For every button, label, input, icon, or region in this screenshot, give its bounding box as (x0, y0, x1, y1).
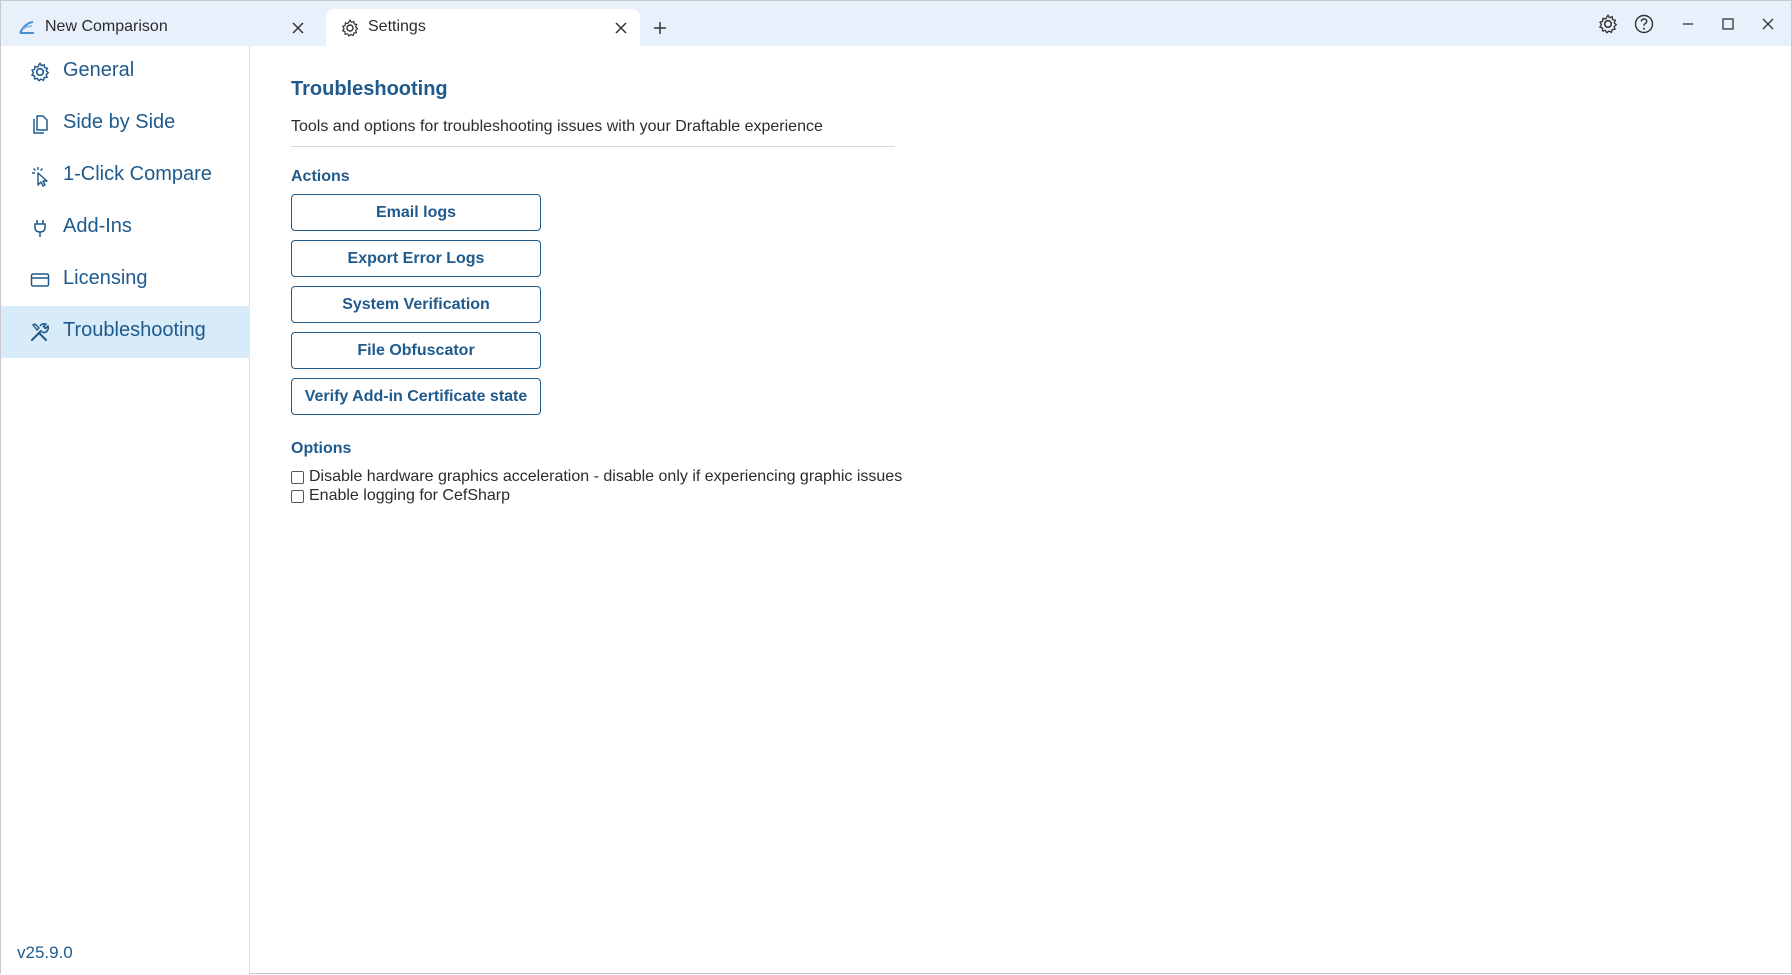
close-icon[interactable] (1757, 13, 1779, 35)
tab-new-comparison[interactable]: New Comparison (1, 9, 321, 46)
gear-icon (29, 61, 51, 83)
settings-content: Troubleshooting Tools and options for tr… (291, 46, 1691, 946)
maximize-icon[interactable] (1717, 13, 1739, 35)
sidebar-item-add-ins[interactable]: Add-Ins (1, 202, 250, 254)
gear-icon[interactable] (1597, 13, 1619, 35)
sidebar-item-side-by-side[interactable]: Side by Side (1, 98, 250, 150)
tools-icon (29, 321, 51, 343)
gear-icon (340, 18, 360, 38)
sidebar-item-label: Troubleshooting (63, 319, 206, 341)
draftable-logo-icon (17, 18, 37, 38)
sidebar-item-label: Side by Side (63, 111, 176, 133)
sidebar-item-general[interactable]: General (1, 46, 250, 98)
sidebar-item-label: General (63, 59, 135, 81)
option-label: Enable logging for CefSharp (309, 487, 511, 504)
sidebar-item-troubleshooting[interactable]: Troubleshooting (1, 306, 250, 358)
close-icon[interactable] (288, 18, 308, 38)
credit-card-icon (29, 269, 51, 291)
email-logs-button[interactable]: Email logs (291, 194, 541, 231)
sidebar-item-label: Add-Ins (63, 215, 132, 237)
option-enable-cefsharp-logging[interactable]: Enable logging for CefSharp (291, 486, 510, 506)
page-description: Tools and options for troubleshooting is… (291, 118, 823, 135)
cursor-click-icon (29, 165, 51, 187)
app-window: New Comparison Settings General Side by … (0, 0, 1792, 975)
tab-label: Settings (368, 18, 426, 35)
plug-icon (29, 217, 51, 239)
sidebar-item-label: Licensing (63, 267, 148, 289)
system-verification-button[interactable]: System Verification (291, 286, 541, 323)
help-icon[interactable] (1633, 13, 1655, 35)
document-copy-icon (29, 113, 51, 135)
minimize-icon[interactable] (1677, 13, 1699, 35)
checkbox[interactable] (291, 470, 304, 484)
sidebar: General Side by Side 1-Click Compare Add… (1, 46, 250, 975)
sidebar-item-licensing[interactable]: Licensing (1, 254, 250, 306)
tab-settings[interactable]: Settings (326, 9, 640, 46)
tab-label: New Comparison (45, 18, 168, 35)
actions-section-title: Actions (291, 168, 350, 185)
page-title: Troubleshooting (291, 78, 448, 100)
sidebar-item-1-click-compare[interactable]: 1-Click Compare (1, 150, 250, 202)
close-icon[interactable] (611, 18, 631, 38)
plus-icon[interactable] (649, 17, 671, 39)
verify-addin-certificate-button[interactable]: Verify Add-in Certificate state (291, 378, 541, 415)
option-disable-hw-acceleration[interactable]: Disable hardware graphics acceleration -… (291, 467, 902, 487)
sidebar-item-label: 1-Click Compare (63, 163, 212, 185)
export-error-logs-button[interactable]: Export Error Logs (291, 240, 541, 277)
divider (291, 146, 895, 147)
option-label: Disable hardware graphics acceleration -… (309, 468, 903, 485)
title-bar: New Comparison Settings (1, 1, 1791, 46)
checkbox[interactable] (291, 489, 304, 503)
app-version: v25.9.0 (17, 943, 73, 962)
file-obfuscator-button[interactable]: File Obfuscator (291, 332, 541, 369)
options-section-title: Options (291, 440, 352, 457)
